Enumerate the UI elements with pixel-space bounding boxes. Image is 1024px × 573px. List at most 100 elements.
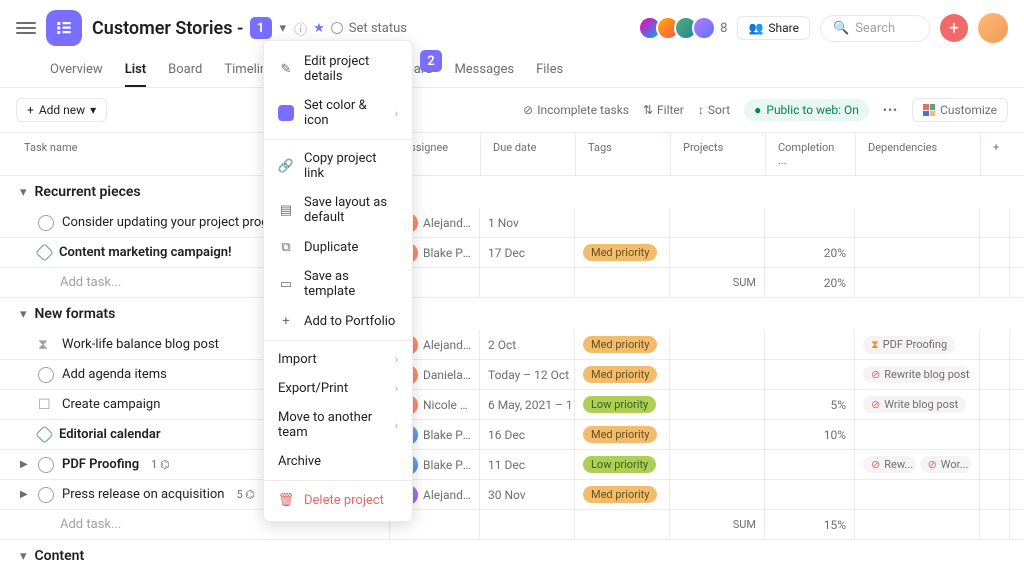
hourglass-icon[interactable]: ⧗ xyxy=(38,337,54,353)
due-date-cell[interactable]: 11 Dec xyxy=(480,450,575,479)
dependencies-cell[interactable] xyxy=(855,208,980,237)
completion-cell[interactable]: 5% xyxy=(765,390,855,419)
due-date-cell[interactable]: 2 Oct xyxy=(480,330,575,359)
projects-cell[interactable] xyxy=(670,360,765,389)
priority-tag[interactable]: Med priority xyxy=(583,426,657,443)
projects-cell[interactable] xyxy=(670,420,765,449)
tags-cell[interactable]: Med priority xyxy=(575,420,670,449)
col-tags[interactable]: Tags xyxy=(575,133,670,175)
set-status-button[interactable]: Set status xyxy=(331,21,407,36)
tags-cell[interactable]: Low priority xyxy=(575,390,670,419)
col-dependencies[interactable]: Dependencies xyxy=(855,133,980,175)
menu-import[interactable]: Import› xyxy=(264,345,412,374)
tab-list[interactable]: List xyxy=(125,54,146,87)
priority-tag[interactable]: Med priority xyxy=(583,336,657,353)
due-date-cell[interactable]: 16 Dec xyxy=(480,420,575,449)
dependencies-cell[interactable] xyxy=(855,480,980,509)
star-icon[interactable]: ★ xyxy=(313,21,325,36)
due-date-cell[interactable]: Today – 12 Oct xyxy=(480,360,575,389)
dependency-pill[interactable]: ⧗PDF Proofing xyxy=(863,336,955,354)
complete-checkbox[interactable] xyxy=(38,487,54,503)
due-date-cell[interactable]: 30 Nov xyxy=(480,480,575,509)
tags-cell[interactable]: Med priority xyxy=(575,480,670,509)
projects-cell[interactable] xyxy=(670,450,765,479)
completion-cell[interactable] xyxy=(765,480,855,509)
add-column-button[interactable]: + xyxy=(980,133,1011,175)
section-header[interactable]: ▾ Content xyxy=(0,540,1024,572)
collapse-icon[interactable]: ▾ xyxy=(20,307,27,322)
customize-button[interactable]: Customize xyxy=(912,98,1008,122)
milestone-icon[interactable] xyxy=(35,243,53,261)
dependencies-cell[interactable] xyxy=(855,420,980,449)
section-header[interactable]: ▾ Recurrent pieces xyxy=(0,176,1024,208)
priority-tag[interactable]: Med priority xyxy=(583,486,657,503)
tags-cell[interactable]: Low priority xyxy=(575,450,670,479)
share-button[interactable]: 👥 Share xyxy=(737,16,810,40)
member-avatars[interactable]: 8 xyxy=(644,16,727,40)
task-row[interactable]: Content marketing campaign! Blake Pham 1… xyxy=(0,238,1024,268)
tags-cell[interactable]: Med priority xyxy=(575,360,670,389)
col-due-date[interactable]: Due date xyxy=(480,133,575,175)
dependency-pill[interactable]: ⊘Rewrite blog post xyxy=(863,366,971,383)
dependencies-cell[interactable]: ⊘Rew... ⊘Wor... xyxy=(855,450,980,479)
menu-toggle[interactable] xyxy=(16,18,36,38)
completion-cell[interactable] xyxy=(765,360,855,389)
menu-duplicate[interactable]: ⧉Duplicate xyxy=(264,232,412,262)
dependency-pill[interactable]: ⊘Wor... xyxy=(920,456,971,473)
menu-add-portfolio[interactable]: +Add to Portfolio xyxy=(264,306,412,336)
due-date-cell[interactable]: 6 May, 2021 – 1 Nov, 2022 xyxy=(480,390,575,419)
task-row[interactable]: Consider updating your project progress … xyxy=(0,208,1024,238)
user-avatar[interactable] xyxy=(978,13,1008,43)
add-new-button[interactable]: + Add new ▾ xyxy=(16,98,107,122)
dependencies-cell[interactable]: ⧗PDF Proofing xyxy=(855,330,980,359)
priority-tag[interactable]: Low priority xyxy=(583,396,656,413)
task-row[interactable]: ▶Press release on acquisition5 ⌬ Alejand… xyxy=(0,480,1024,510)
projects-cell[interactable] xyxy=(670,238,765,267)
task-row[interactable]: Editorial calendar Blake Pham 16 Dec Med… xyxy=(0,420,1024,450)
projects-cell[interactable] xyxy=(670,208,765,237)
tab-files[interactable]: Files xyxy=(536,54,563,87)
tab-overview[interactable]: Overview xyxy=(50,54,103,87)
due-date-cell[interactable]: 1 Nov xyxy=(480,208,575,237)
menu-edit-project[interactable]: ✎Edit project details xyxy=(264,47,412,91)
priority-tag[interactable]: Med priority xyxy=(583,244,657,261)
approval-icon[interactable]: ☐ xyxy=(38,397,54,413)
task-row[interactable]: ☐Create campaign Nicole Kap... 6 May, 20… xyxy=(0,390,1024,420)
tab-board[interactable]: Board xyxy=(168,54,202,87)
menu-save-template[interactable]: ▭Save as template xyxy=(264,262,412,306)
collapse-icon[interactable]: ▾ xyxy=(20,549,27,564)
menu-move-team[interactable]: Move to another team› xyxy=(264,403,412,447)
menu-delete-project[interactable]: 🗑Delete project xyxy=(264,485,412,515)
tags-cell[interactable] xyxy=(575,208,670,237)
projects-cell[interactable] xyxy=(670,480,765,509)
global-add-button[interactable]: + xyxy=(940,14,968,42)
dependency-pill[interactable]: ⊘Write blog post xyxy=(863,396,966,413)
complete-checkbox[interactable] xyxy=(38,457,54,473)
public-to-web-badge[interactable]: ● Public to web: On xyxy=(744,99,869,121)
collapse-icon[interactable]: ▾ xyxy=(20,185,27,200)
completion-cell[interactable] xyxy=(765,450,855,479)
completion-cell[interactable]: 10% xyxy=(765,420,855,449)
dependencies-cell[interactable]: ⊘Rewrite blog post xyxy=(855,360,980,389)
milestone-icon[interactable] xyxy=(35,425,53,443)
add-task-row[interactable]: Add task... SUM 20% xyxy=(0,268,1024,298)
expand-subtasks[interactable]: ▶ xyxy=(20,459,28,470)
menu-set-color[interactable]: Set color & icon› xyxy=(264,91,412,135)
search-input[interactable]: 🔍 Search xyxy=(820,15,930,42)
dependency-pill[interactable]: ⊘Rew... xyxy=(863,456,916,473)
complete-checkbox[interactable] xyxy=(38,215,54,231)
add-task-row[interactable]: Add task... SUM 15% xyxy=(0,510,1024,540)
dependencies-cell[interactable] xyxy=(855,238,980,267)
sort-button[interactable]: ↕ Sort xyxy=(698,103,730,117)
complete-checkbox[interactable] xyxy=(38,367,54,383)
completion-cell[interactable]: 20% xyxy=(765,238,855,267)
menu-export[interactable]: Export/Print› xyxy=(264,374,412,403)
dependencies-cell[interactable]: ⊘Write blog post xyxy=(855,390,980,419)
section-header[interactable]: ▾ New formats xyxy=(0,298,1024,330)
more-menu[interactable]: ••• xyxy=(883,103,898,117)
priority-tag[interactable]: Med priority xyxy=(583,366,657,383)
tab-messages[interactable]: Messages xyxy=(454,54,514,87)
task-row[interactable]: ▶PDF Proofing1 ⌬ Blake Pham 11 Dec Low p… xyxy=(0,450,1024,480)
project-menu-chevron[interactable]: ▾ xyxy=(278,19,289,38)
menu-save-layout[interactable]: ▤Save layout as default xyxy=(264,188,412,232)
